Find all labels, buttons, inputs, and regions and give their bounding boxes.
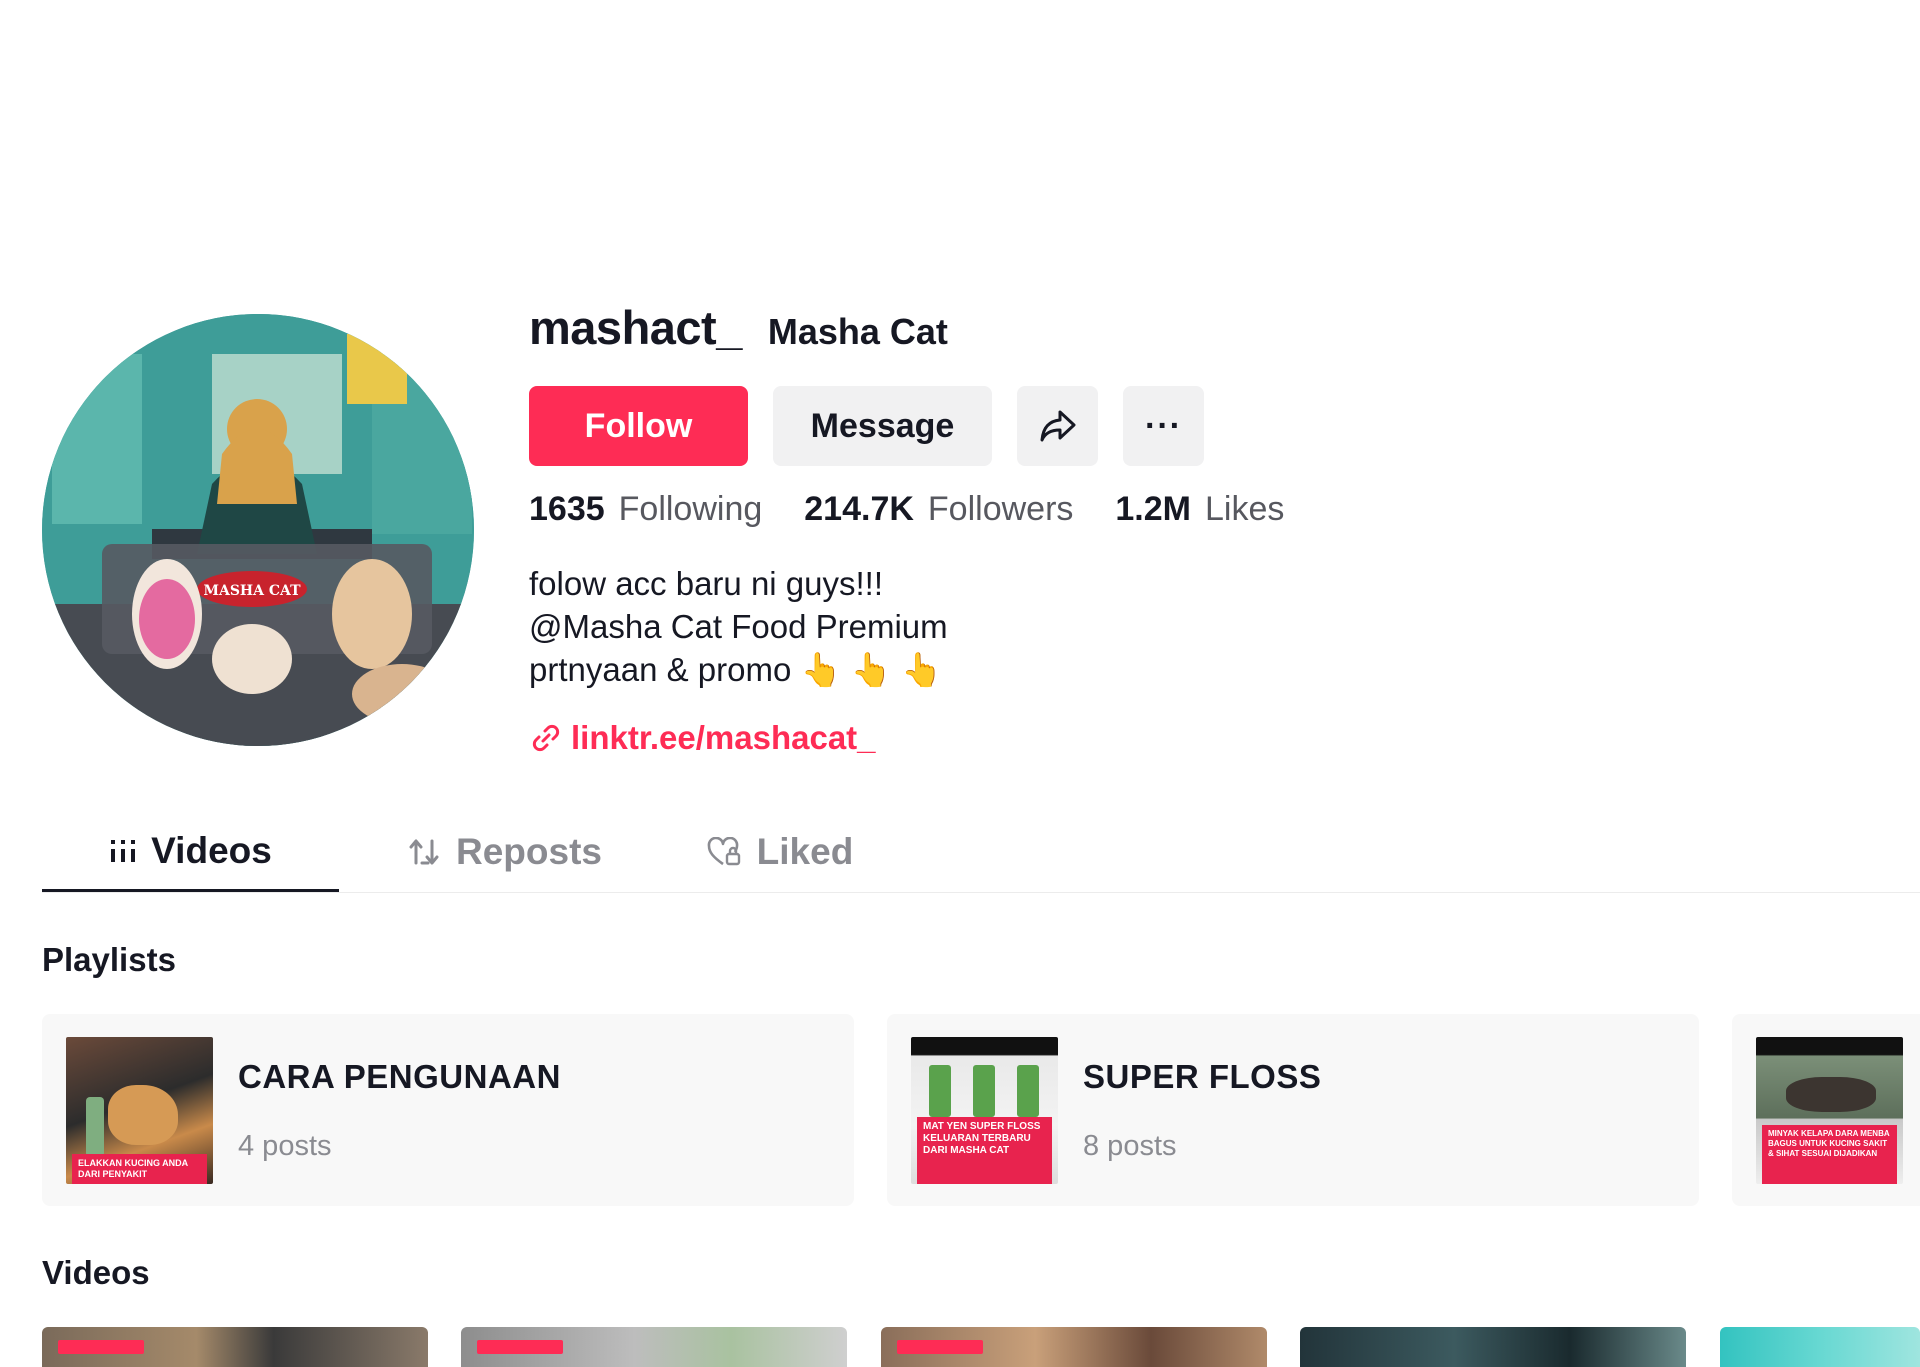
- tab-liked-label: Liked: [756, 831, 854, 872]
- share-button[interactable]: [1017, 386, 1098, 466]
- pinned-badge: [477, 1340, 563, 1354]
- tab-reposts[interactable]: Reposts: [364, 812, 646, 892]
- tab-videos-label: Videos: [151, 829, 272, 871]
- stat-followers[interactable]: 214.7K Followers: [804, 490, 1073, 529]
- link-icon: [532, 724, 560, 752]
- playlist-card[interactable]: MAT YEN SUPER FLOSS KELUARAN TERBARU DAR…: [887, 1014, 1699, 1206]
- pinned-badge: [58, 1340, 144, 1354]
- profile-avatar[interactable]: MASHA CAT: [42, 314, 474, 746]
- profile-bio: folow acc baru ni guys!!! @Masha Cat Foo…: [529, 562, 948, 691]
- playlist-card[interactable]: ELAKKAN KUCING ANDA DARI PENYAKIT CARA P…: [42, 1014, 854, 1206]
- thumbnail-caption: MINYAK KELAPA DARA MENBA BAGUS UNTUK KUC…: [1762, 1124, 1897, 1184]
- tab-videos[interactable]: Videos: [42, 812, 339, 892]
- follow-button[interactable]: Follow: [529, 386, 748, 466]
- avatar-logo-text: MASHA CAT: [203, 583, 301, 599]
- videos-heading: Videos: [42, 1254, 150, 1291]
- video-thumbnail[interactable]: [1300, 1327, 1686, 1367]
- bio-line: folow acc baru ni guys!!!: [529, 565, 884, 602]
- stat-likes: 1.2M Likes: [1115, 490, 1285, 528]
- share-arrow-icon: [1040, 410, 1075, 442]
- bio-line: @Masha Cat Food Premium: [529, 608, 948, 645]
- playlist-post-count: 8 posts: [1083, 1129, 1177, 1162]
- grid-icon: [111, 839, 136, 862]
- playlist-card[interactable]: MINYAK KELAPA DARA MENBA BAGUS UNTUK KUC…: [1732, 1014, 1920, 1206]
- avatar-photo: MASHA CAT: [42, 314, 474, 746]
- video-thumbnail[interactable]: [1720, 1327, 1920, 1367]
- more-options-button[interactable]: ···: [1123, 386, 1204, 466]
- ellipsis-icon: ···: [1145, 406, 1182, 445]
- playlists-heading: Playlists: [42, 941, 176, 978]
- pinned-badge: [897, 1340, 983, 1354]
- thumbnail-caption: MAT YEN SUPER FLOSS KELUARAN TERBARU DAR…: [917, 1116, 1052, 1184]
- profile-link-text[interactable]: linktr.ee/mashacat_: [571, 719, 876, 757]
- playlist-post-count: 4 posts: [238, 1129, 332, 1162]
- bio-line: prtnyaan & promo 👆 👆 👆: [529, 651, 943, 688]
- profile-tabs: Videos Reposts Liked: [42, 812, 1920, 893]
- playlist-thumbnail: MINYAK KELAPA DARA MENBA BAGUS UNTUK KUC…: [1756, 1036, 1903, 1184]
- repost-icon: [409, 839, 439, 865]
- thumbnail-caption: ELAKKAN KUCING ANDA DARI PENYAKIT: [72, 1153, 207, 1184]
- stat-following[interactable]: 1635 Following: [529, 490, 762, 529]
- nickname: Masha Cat: [767, 311, 948, 352]
- message-button[interactable]: Message: [773, 386, 992, 466]
- username: mashact_: [529, 301, 742, 354]
- profile-actions: Follow Message ···: [529, 386, 1204, 466]
- heart-lock-icon: [707, 837, 740, 866]
- playlist-thumbnail: MAT YEN SUPER FLOSS KELUARAN TERBARU DAR…: [911, 1036, 1058, 1184]
- playlist-title[interactable]: CARA PENGUNAAN: [238, 1058, 561, 1096]
- profile-link[interactable]: linktr.ee/mashacat_: [531, 719, 876, 757]
- playlist-title[interactable]: SUPER FLOSS: [1083, 1058, 1321, 1096]
- tab-reposts-label: Reposts: [456, 831, 602, 872]
- video-thumbnail[interactable]: [42, 1327, 428, 1367]
- profile-stats: 1635 Following 214.7K Followers 1.2M Likes: [529, 490, 1284, 529]
- playlist-thumbnail: ELAKKAN KUCING ANDA DARI PENYAKIT: [66, 1036, 213, 1184]
- tab-liked[interactable]: Liked: [654, 812, 906, 892]
- video-thumbnail[interactable]: [881, 1327, 1267, 1367]
- profile-header: mashact_ Masha Cat: [529, 300, 948, 362]
- video-thumbnail[interactable]: [461, 1327, 847, 1367]
